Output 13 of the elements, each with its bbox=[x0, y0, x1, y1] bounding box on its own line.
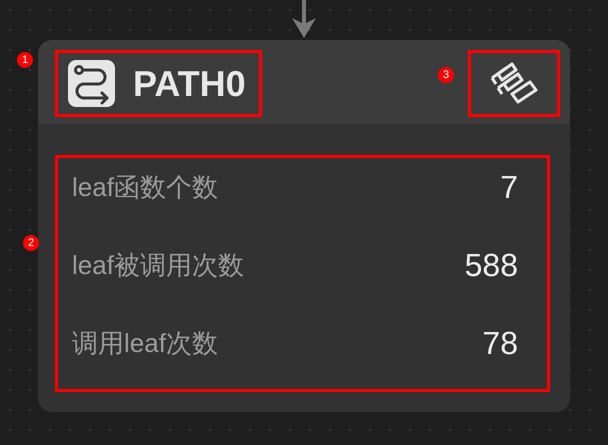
layers-button[interactable] bbox=[468, 50, 560, 117]
node-title: PATH0 bbox=[133, 66, 246, 102]
path-icon bbox=[68, 60, 115, 107]
callout-badge: 1 bbox=[17, 52, 33, 68]
stat-value: 588 bbox=[464, 246, 518, 285]
stat-label: leaf被调用次数 bbox=[72, 248, 244, 282]
stat-label: leaf函数个数 bbox=[72, 170, 218, 204]
arrow-icon bbox=[290, 0, 318, 38]
callout-badge: 2 bbox=[23, 235, 39, 251]
stat-label: 调用leaf次数 bbox=[72, 326, 218, 360]
stat-value: 78 bbox=[482, 324, 518, 363]
layers-icon bbox=[490, 62, 538, 106]
stat-value: 7 bbox=[500, 168, 518, 207]
